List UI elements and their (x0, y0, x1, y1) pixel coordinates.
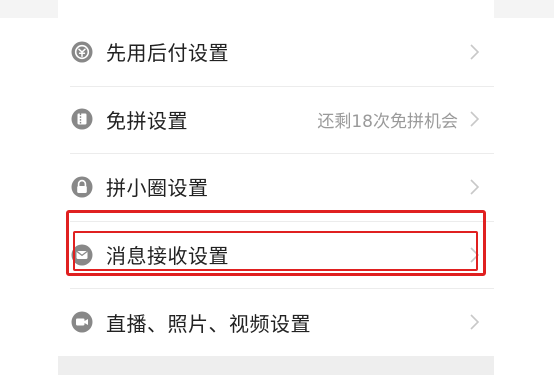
settings-row-label: 消息接收设置 (106, 244, 229, 269)
chevron-right-icon (470, 314, 480, 330)
chevron-right-icon (470, 111, 480, 127)
settings-row-label: 免拼设置 (106, 108, 188, 133)
bottom-divider (0, 356, 554, 375)
video-icon (71, 311, 93, 333)
settings-row-label: 直播、照片、视频设置 (106, 311, 311, 336)
free-group-count-text: 还剩18次免拼机会 (317, 111, 458, 132)
settings-page: 先用后付设置 免拼设置 还剩18次免拼机会 拼小圈设置 消息接收设置 直播、照片… (0, 0, 554, 375)
chevron-right-icon (470, 44, 480, 60)
settings-row-label: 拼小圈设置 (106, 176, 209, 201)
settings-row-free-group[interactable]: 免拼设置 还剩18次免拼机会 (58, 85, 494, 154)
settings-row-label: 先用后付设置 (106, 41, 229, 66)
lock-icon (71, 176, 93, 198)
message-icon (71, 244, 93, 266)
settings-row-message[interactable]: 消息接收设置 (58, 220, 494, 289)
top-divider (0, 0, 554, 18)
ticket-icon (71, 108, 93, 130)
settings-row-circle[interactable]: 拼小圈设置 (58, 153, 494, 221)
pay-later-icon (71, 41, 93, 63)
settings-list: 先用后付设置 免拼设置 还剩18次免拼机会 拼小圈设置 消息接收设置 直播、照片… (58, 18, 494, 356)
chevron-right-icon (470, 179, 480, 195)
settings-row-pay-later[interactable]: 先用后付设置 (58, 18, 494, 86)
chevron-right-icon (470, 247, 480, 263)
settings-row-media[interactable]: 直播、照片、视频设置 (58, 288, 494, 356)
